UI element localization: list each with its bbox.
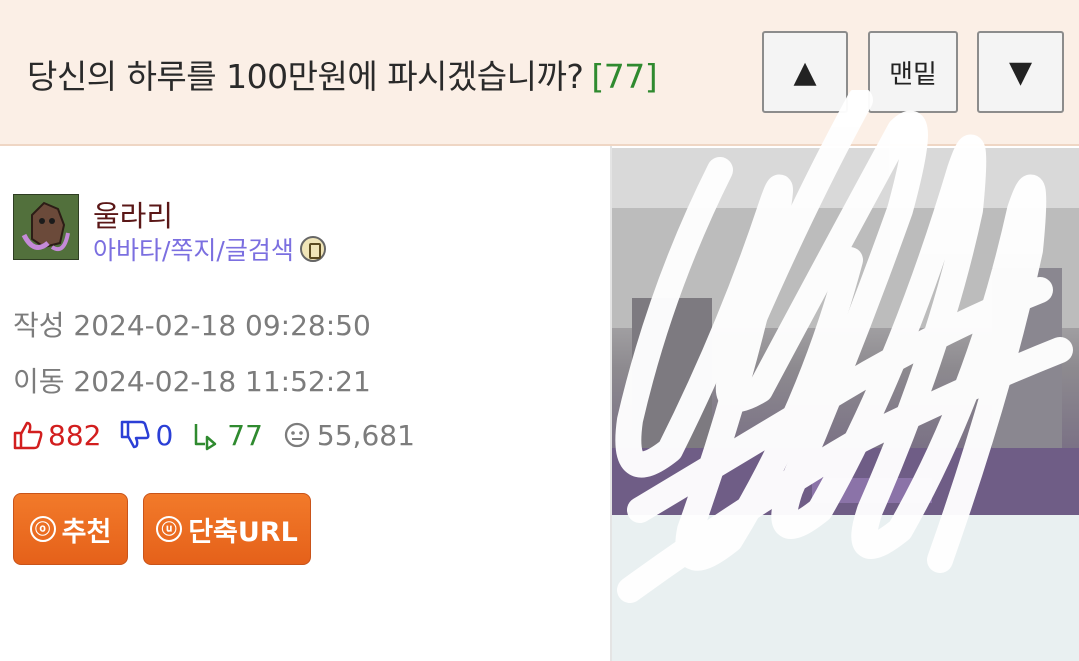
reply-stat: 77 bbox=[191, 419, 263, 452]
scroll-up-button[interactable]: ▲ bbox=[762, 31, 848, 113]
scroll-down-button[interactable]: ▼ bbox=[977, 31, 1064, 113]
thumbs-down-icon bbox=[121, 420, 150, 449]
downvote-stat: 0 bbox=[119, 419, 173, 452]
scroll-bottom-label: 맨밑 bbox=[889, 59, 937, 90]
moved-timestamp: 이동 2024-02-18 11:52:21 bbox=[13, 365, 371, 398]
downvote-count: 0 bbox=[155, 418, 174, 452]
short-url-label: 단축URL bbox=[188, 516, 298, 548]
smiley-icon bbox=[284, 422, 310, 448]
author-nickname[interactable]: 울라리 bbox=[93, 193, 173, 235]
scroll-bottom-button[interactable]: 맨밑 bbox=[868, 31, 958, 113]
reply-arrow-icon bbox=[195, 424, 217, 451]
upvote-count: 882 bbox=[48, 418, 102, 452]
level-badge-icon bbox=[299, 236, 326, 262]
short-url-button[interactable]: ⓤ 단축URL bbox=[143, 493, 311, 565]
post-header: 당신의 하루를 100만원에 파시겠습니까? [77] ▲ 맨밑 ▼ bbox=[0, 0, 1079, 146]
image-caption-area bbox=[612, 515, 1079, 661]
view-count: 55,681 bbox=[316, 418, 415, 452]
triangle-up-icon: ▲ bbox=[793, 54, 817, 90]
author-links-text[interactable]: 아바타/쪽지/글검색 bbox=[93, 236, 294, 265]
triangle-down-icon: ▼ bbox=[1008, 54, 1033, 90]
recommend-button[interactable]: ⓞ 추천 bbox=[13, 493, 128, 565]
post-stats: 882 0 77 55,681 bbox=[12, 417, 433, 453]
upvote-stat: 882 bbox=[12, 419, 101, 452]
post-image[interactable] bbox=[612, 148, 1079, 515]
recommend-label: 추천 bbox=[61, 516, 112, 548]
recommend-icon: ⓞ bbox=[29, 516, 56, 542]
comment-count[interactable]: [77] bbox=[591, 57, 657, 96]
avatar[interactable] bbox=[13, 194, 79, 260]
reply-count: 77 bbox=[227, 418, 263, 452]
author-links: 아바타/쪽지/글검색 bbox=[93, 231, 326, 267]
thumbs-up-icon bbox=[13, 421, 43, 450]
post-title: 당신의 하루를 100만원에 파시겠습니까? [77] bbox=[27, 50, 658, 98]
created-timestamp: 작성 2024-02-18 09:28:50 bbox=[13, 309, 371, 342]
short-url-icon: ⓤ bbox=[156, 516, 183, 542]
view-stat: 55,681 bbox=[281, 419, 415, 452]
post-title-text: 당신의 하루를 100만원에 파시겠습니까? bbox=[27, 57, 584, 96]
